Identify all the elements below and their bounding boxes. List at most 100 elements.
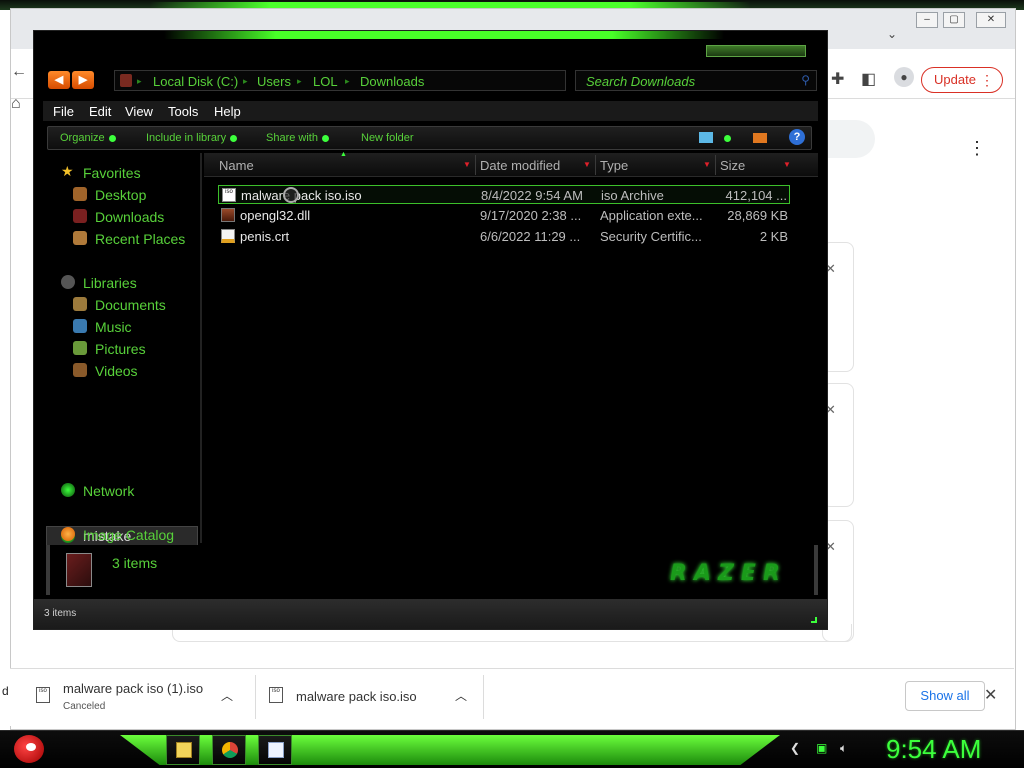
close-icon[interactable]: ✕ bbox=[984, 685, 997, 705]
view-options-dot-icon[interactable] bbox=[724, 135, 731, 142]
chevron-up-icon[interactable]: ︿ bbox=[455, 687, 467, 704]
menu-file[interactable]: File bbox=[53, 104, 74, 119]
back-arrow-icon[interactable]: ◀ bbox=[48, 71, 70, 89]
column-separator[interactable] bbox=[475, 155, 476, 175]
close-button[interactable]: ✕ bbox=[976, 12, 1006, 28]
search-input[interactable]: Search Downloads ⚲ bbox=[575, 70, 817, 91]
download-item-1[interactable]: iso malware pack iso (1).iso Canceled ︿ bbox=[30, 669, 260, 727]
network-tray-icon[interactable]: ▣ bbox=[816, 741, 827, 755]
menu-view[interactable]: View bbox=[125, 104, 153, 119]
iso-file-icon: iso bbox=[222, 188, 236, 202]
chevron-down-icon[interactable]: ▼ bbox=[703, 160, 711, 169]
column-date-modified[interactable]: Date modified bbox=[480, 158, 560, 173]
minimize-button[interactable]: – bbox=[916, 12, 938, 28]
file-date: 6/6/2022 11:29 ... bbox=[480, 229, 581, 244]
bird-eye bbox=[26, 743, 36, 751]
address-row: ◀ ▶ ▸ Local Disk (C:) ▸ Users ▸ LOL ▸ Do… bbox=[46, 69, 817, 93]
document-icon bbox=[268, 742, 284, 758]
column-type[interactable]: Type bbox=[600, 158, 628, 173]
help-icon[interactable]: ? bbox=[789, 129, 805, 145]
chevron-down-icon[interactable]: ▼ bbox=[583, 160, 591, 169]
clock[interactable]: 9:54 AM bbox=[886, 734, 981, 765]
home-icon[interactable]: ⌂ bbox=[11, 95, 21, 113]
organize-button[interactable]: Organize bbox=[60, 132, 116, 144]
videos-icon bbox=[73, 363, 87, 377]
search-placeholder: Search Downloads bbox=[586, 74, 696, 89]
window-controls[interactable] bbox=[706, 45, 806, 57]
nav-label: Favorites bbox=[83, 165, 141, 181]
column-header-row: ▲ Name ▼ Date modified ▼ Type ▼ Size ▼ bbox=[204, 151, 818, 177]
file-type: Application exte... bbox=[600, 208, 703, 223]
menu-edit[interactable]: Edit bbox=[89, 104, 111, 119]
back-arrow-icon[interactable]: ← bbox=[11, 63, 27, 81]
divider bbox=[255, 675, 256, 719]
breadcrumb-separator-icon: ▸ bbox=[243, 76, 248, 86]
file-row[interactable]: iso malware pack iso.iso 8/4/2022 9:54 A… bbox=[218, 185, 790, 204]
include-in-library-label: Include in library bbox=[146, 132, 227, 144]
preview-pane-icon[interactable] bbox=[753, 133, 767, 143]
truncated-text: d bbox=[2, 684, 9, 698]
status-text: 3 items bbox=[44, 608, 77, 619]
column-separator[interactable] bbox=[715, 155, 716, 175]
breadcrumb-lol[interactable]: LOL bbox=[313, 74, 338, 89]
menu-help[interactable]: Help bbox=[214, 104, 241, 119]
breadcrumb-local-disk[interactable]: Local Disk (C:) bbox=[153, 74, 238, 89]
razer-logo: RAZER bbox=[670, 561, 787, 586]
recent-places-icon bbox=[73, 231, 87, 245]
forward-arrow-icon[interactable]: ▶ bbox=[72, 71, 94, 89]
pane-divider[interactable] bbox=[200, 153, 202, 543]
tab-search-chevron-icon[interactable]: ⌄ bbox=[887, 27, 897, 41]
desktop-icon bbox=[73, 187, 87, 201]
breadcrumb-downloads[interactable]: Downloads bbox=[360, 74, 424, 89]
nav-label: Videos bbox=[95, 363, 138, 379]
chevron-down-icon[interactable]: ▼ bbox=[463, 160, 471, 169]
sort-ascending-icon: ▲ bbox=[340, 151, 347, 158]
taskbar-notepad[interactable] bbox=[258, 735, 292, 765]
share-with-button[interactable]: Share with bbox=[266, 132, 329, 144]
search-icon[interactable]: ⚲ bbox=[801, 73, 810, 87]
breadcrumb-separator-icon: ▸ bbox=[345, 76, 350, 86]
download-item-2[interactable]: iso malware pack iso.iso ︿ bbox=[263, 669, 483, 727]
window-glow bbox=[164, 31, 724, 39]
network-icon bbox=[61, 483, 75, 497]
divider bbox=[483, 675, 484, 719]
star-icon: ★ bbox=[61, 163, 74, 179]
profile-avatar-icon[interactable]: ● bbox=[894, 67, 914, 87]
volume-icon[interactable]: 🔈︎ bbox=[840, 741, 847, 756]
download-name: malware pack iso (1).iso bbox=[63, 681, 204, 696]
start-button[interactable] bbox=[8, 731, 48, 767]
taskbar-chrome[interactable] bbox=[212, 735, 246, 765]
resize-grip-icon[interactable] bbox=[811, 617, 817, 623]
show-all-button[interactable]: Show all bbox=[905, 681, 985, 711]
breadcrumb-users[interactable]: Users bbox=[257, 74, 291, 89]
change-view-icon[interactable] bbox=[699, 132, 713, 143]
menu-tools[interactable]: Tools bbox=[168, 104, 198, 119]
page-menu-icon[interactable]: ⋮ bbox=[968, 138, 986, 159]
file-row[interactable]: penis.crt 6/6/2022 11:29 ... Security Ce… bbox=[218, 227, 790, 246]
new-folder-button[interactable]: New folder bbox=[361, 132, 414, 144]
nav-label: Desktop bbox=[95, 187, 147, 203]
menu-dots-icon: ⋮ bbox=[980, 72, 994, 88]
share-with-label: Share with bbox=[266, 132, 318, 144]
folder-thumbnail-icon bbox=[66, 553, 92, 587]
chevron-down-icon[interactable]: ▼ bbox=[783, 160, 791, 169]
extensions-icon[interactable]: ✚ bbox=[831, 69, 844, 89]
file-row[interactable]: opengl32.dll 9/17/2020 2:38 ... Applicat… bbox=[218, 206, 790, 225]
include-in-library-button[interactable]: Include in library bbox=[146, 132, 238, 144]
column-separator[interactable] bbox=[595, 155, 596, 175]
show-hidden-icons-icon[interactable]: ❮ bbox=[790, 741, 800, 755]
maximize-button[interactable]: ▢ bbox=[943, 12, 965, 28]
image-catalog-icon bbox=[61, 527, 75, 541]
column-name[interactable]: Name bbox=[219, 158, 254, 173]
taskbar-explorer[interactable] bbox=[166, 735, 200, 765]
taskbar: ❮ ▣ 🔈︎ 9:54 AM bbox=[0, 730, 1024, 768]
file-type: iso Archive bbox=[601, 188, 664, 203]
update-button[interactable]: Update ⋮ bbox=[921, 67, 1003, 93]
folder-icon bbox=[176, 742, 192, 758]
menu-bar: File Edit View Tools Help bbox=[43, 101, 818, 121]
column-size[interactable]: Size bbox=[720, 158, 745, 173]
file-date: 9/17/2020 2:38 ... bbox=[480, 208, 582, 223]
side-panel-icon[interactable]: ◧ bbox=[861, 69, 876, 89]
address-bar[interactable]: ▸ Local Disk (C:) ▸ Users ▸ LOL ▸ Downlo… bbox=[114, 70, 631, 91]
chevron-up-icon[interactable]: ︿ bbox=[221, 687, 233, 704]
